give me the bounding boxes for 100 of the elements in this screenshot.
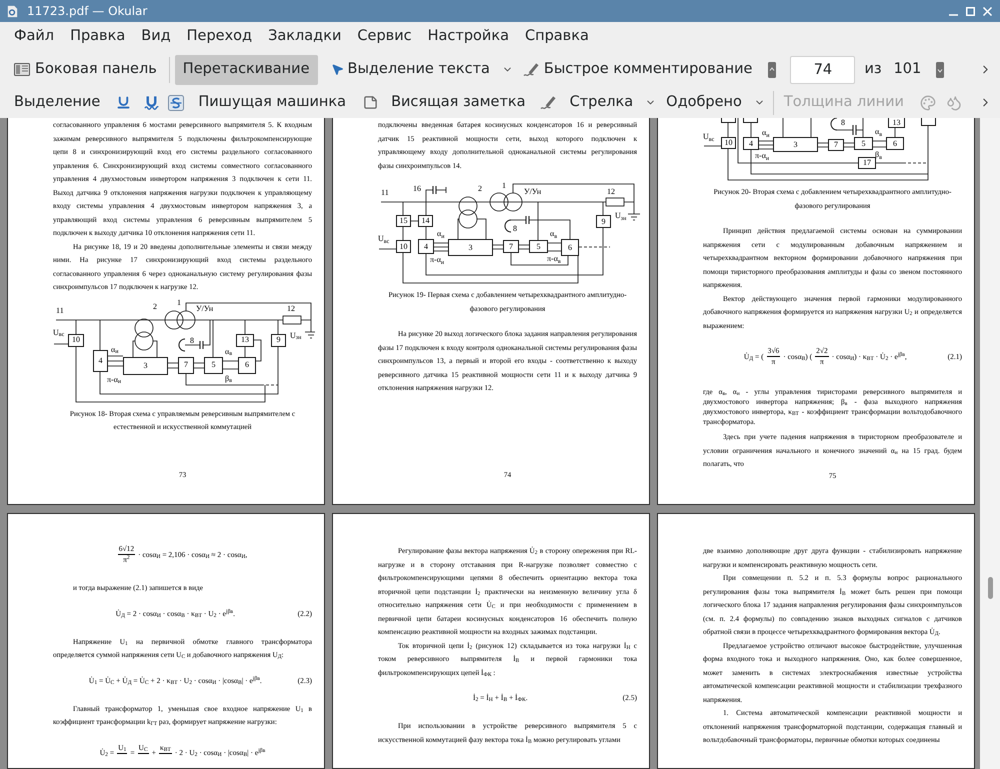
tool-button[interactable]: Быстрое комментирование — [518, 54, 756, 84]
diagram-label: π-α$_{и}$ — [430, 256, 444, 264]
diagram-block: 4 — [418, 239, 434, 254]
sidebar-button[interactable]: Боковая панель — [10, 54, 161, 84]
diagram-label: 8 — [190, 336, 194, 344]
previous-page-icon[interactable] — [768, 62, 776, 78]
annotation-tool-button[interactable]: Выделение — [10, 88, 104, 116]
transformer-icon — [164, 310, 196, 329]
diagram-block: 3 — [123, 356, 168, 374]
diagram-block: 13 — [236, 334, 254, 346]
resistor-icon — [606, 198, 624, 206]
note-icon — [363, 95, 378, 110]
pointer-icon — [330, 63, 344, 76]
diagram-label: 1 — [502, 182, 506, 190]
diagram-block: 10 — [721, 137, 736, 149]
inductor-icon — [830, 118, 838, 130]
capacitor-icon — [200, 340, 204, 349]
diagram-block: 7 — [828, 139, 844, 151]
transformer-icon — [490, 192, 522, 212]
scrollbar-thumb[interactable] — [988, 577, 993, 599]
transformer-icon — [134, 318, 154, 350]
diagram-label: U$_{вс}$ — [53, 328, 64, 336]
diagram-block: 6 — [238, 356, 256, 374]
diagram-block: 5 — [529, 240, 548, 253]
tool-button[interactable]: Выделение текста — [326, 54, 517, 84]
diagram-block: 7 — [178, 356, 194, 374]
vertical-scrollbar[interactable] — [980, 118, 1000, 769]
diagram-label: U$_{зн}$ — [290, 332, 302, 340]
menu-item[interactable]: Закладки — [264, 24, 346, 50]
dashed-wire — [578, 246, 610, 248]
window-title: 11723.pdf — Okular — [27, 3, 148, 20]
dashed-wire — [260, 384, 278, 385]
diagram-label: У/Ун — [524, 188, 542, 196]
strikethrough-icon[interactable] — [168, 94, 184, 110]
diagram-block: 10 — [68, 334, 84, 346]
next-page-icon[interactable] — [936, 62, 944, 78]
diagram-label: π-α$_{и}$ — [107, 376, 122, 384]
diagram-label: α$_{и}$ — [111, 346, 118, 354]
annotation-tool-button[interactable]: Пишущая машинка — [194, 88, 350, 116]
diagram-label: U$_{зн}$ — [615, 212, 626, 220]
squiggle-underline-icon[interactable] — [144, 95, 160, 110]
diagram-block: 13 — [888, 118, 905, 128]
diagram-block: 5 — [854, 137, 873, 150]
menu-item[interactable]: Файл — [10, 24, 58, 50]
app-icon — [6, 4, 19, 18]
menu-item[interactable]: Переход — [182, 24, 256, 50]
tool-button[interactable]: Перетаскивание — [174, 54, 318, 84]
annotation-tool-button[interactable]: Стрелка — [536, 88, 660, 116]
diagram-block: 10 — [396, 240, 411, 253]
diagram-block: 9 — [596, 215, 611, 228]
capacitor-icon — [432, 186, 436, 194]
diagram-block: 17 — [858, 157, 876, 169]
diagram-block: 6 — [886, 137, 904, 150]
resistor-icon — [282, 315, 302, 324]
diagram-label: 2 — [478, 185, 482, 193]
menu-item[interactable]: Правка — [66, 24, 130, 50]
underline-icon[interactable] — [116, 95, 132, 110]
menu-item[interactable]: Сервис — [353, 24, 416, 50]
menu-item[interactable]: Настройка — [424, 24, 513, 50]
diagram-label: β$_{в}$ — [225, 374, 232, 382]
diagram-label: 2 — [153, 302, 157, 310]
menu-item[interactable]: Справка — [520, 24, 593, 50]
diagram-block: 9 — [271, 334, 286, 346]
diagram-label: 16 — [413, 185, 421, 193]
diagram-block: 6 — [561, 239, 579, 256]
dashed-wire — [902, 162, 928, 164]
diagram-block: 15 — [396, 215, 411, 227]
sidebar-icon — [14, 63, 30, 76]
page-of-label: из — [864, 60, 882, 79]
diagram-label: U$_{вс}$ — [703, 133, 714, 141]
inductor-icon — [504, 220, 512, 232]
diagram-label: α$_{в}$ — [875, 128, 882, 136]
diagram-label: 1 — [177, 298, 181, 306]
diagram-label: α$_{и}$ — [762, 129, 770, 137]
capacitor-icon — [526, 216, 530, 224]
diagram-label: α$_{и}$ — [437, 230, 444, 238]
diagram-label: У/Ун — [196, 304, 214, 312]
annotation-tool-button[interactable]: Одобрено — [662, 88, 769, 116]
diagram-label: 8 — [513, 225, 517, 233]
diagram-block: 3 — [448, 239, 493, 256]
pen-icon — [522, 62, 540, 77]
page-count: 101 — [894, 60, 922, 79]
capacitor-icon — [852, 124, 856, 136]
diagram-block: 4 — [93, 350, 108, 372]
diagram-label: 11 — [56, 306, 64, 314]
diagram-label: π-α$_{в}$ — [547, 255, 561, 263]
diagram-label: π-α$_{и}$ — [755, 152, 770, 160]
maximize-icon[interactable] — [966, 6, 975, 16]
ground-icon — [304, 331, 315, 338]
diagram-label: U$_{вс}$ — [378, 235, 390, 243]
diagram-label: 12 — [607, 188, 615, 196]
menu-item[interactable]: Вид — [137, 24, 175, 50]
annotation-tool-button[interactable]: Висящая заметка — [359, 88, 530, 116]
close-icon[interactable] — [983, 6, 992, 16]
pen-icon — [540, 95, 557, 110]
diagram-label: α$_{в}$ — [550, 230, 558, 238]
diagram-label: 12 — [287, 304, 295, 312]
page-number-field[interactable]: 74 — [790, 56, 856, 84]
diagram-block: 7 — [503, 240, 519, 253]
ground-icon — [628, 214, 640, 220]
